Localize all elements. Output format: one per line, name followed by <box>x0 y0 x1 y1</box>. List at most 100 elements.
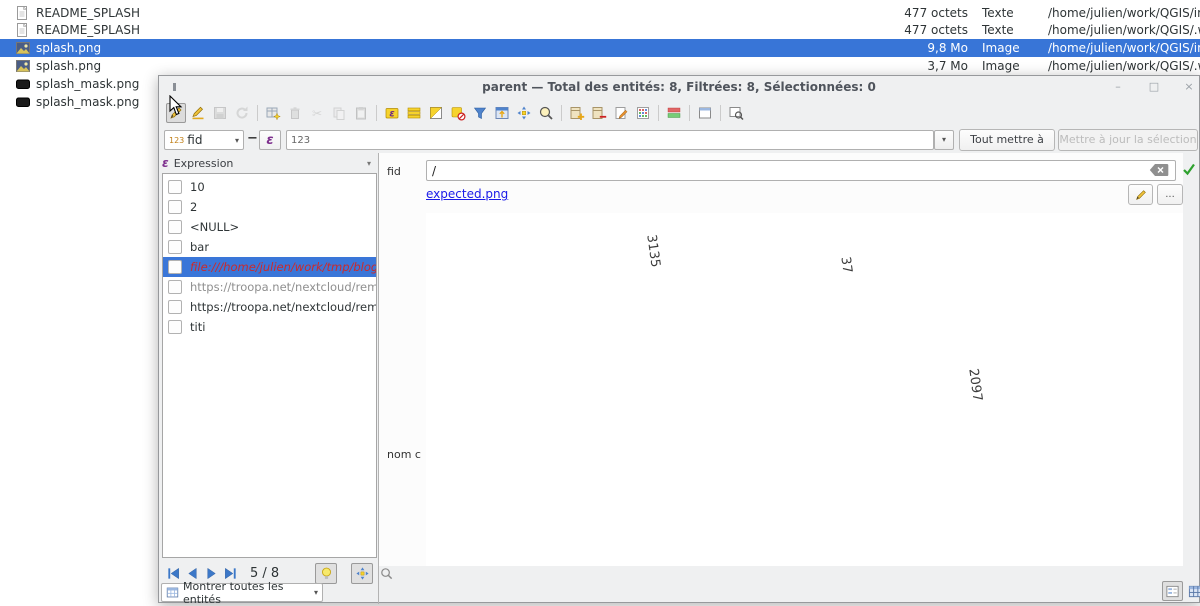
edit-attachment-button[interactable] <box>1128 184 1153 205</box>
close-button[interactable]: × <box>1178 76 1200 98</box>
preview-number-label: 3135 <box>643 234 662 269</box>
preview-number-label: 2097 <box>965 368 984 403</box>
pan-icon <box>355 566 370 581</box>
checkbox[interactable] <box>168 200 182 214</box>
move-selection-top-icon <box>494 105 510 121</box>
chevron-down-icon: ▾ <box>367 159 371 168</box>
conditional-formatting-button[interactable] <box>664 103 684 123</box>
filter-button[interactable] <box>470 103 490 123</box>
maximize-button[interactable]: □ <box>1143 76 1165 98</box>
list-item[interactable]: 10 <box>163 177 376 197</box>
highlight-feature-button[interactable] <box>315 563 337 584</box>
checkbox[interactable] <box>168 260 182 274</box>
list-item[interactable]: bar <box>163 237 376 257</box>
checkbox[interactable] <box>168 240 182 254</box>
image-icon <box>15 40 31 56</box>
select-by-expression-icon: ε <box>384 105 400 121</box>
expression-dropdown-button[interactable]: ▾ <box>934 130 954 150</box>
clear-text-icon[interactable] <box>1149 163 1169 177</box>
deselect-all-button[interactable] <box>448 103 468 123</box>
new-field-icon <box>569 105 585 121</box>
checkbox[interactable] <box>168 180 182 194</box>
attribute-table-dialog: parent — Total des entités: 8, Filtrées:… <box>158 75 1200 603</box>
list-item-label: 10 <box>190 180 205 194</box>
add-feature-button[interactable] <box>263 103 283 123</box>
feature-value-list: 10 2 <NULL>barfile:///home/julien/work/tmp… <box>162 173 377 558</box>
edit-field-icon <box>613 105 629 121</box>
zoom-to-selection-button[interactable] <box>536 103 556 123</box>
list-item[interactable]: titi <box>163 317 376 337</box>
reload-button[interactable] <box>232 103 252 123</box>
field-calculator-icon <box>635 105 651 121</box>
file-type: Texte <box>982 23 1042 37</box>
update-all-button[interactable]: Tout mettre à jour <box>959 129 1055 151</box>
new-field-button[interactable] <box>567 103 587 123</box>
dialog-titlebar[interactable]: parent — Total des entités: 8, Filtrées:… <box>159 76 1199 99</box>
select-all-button[interactable] <box>404 103 424 123</box>
pan-to-selection-icon <box>516 105 532 121</box>
cut-button[interactable]: ✂ <box>307 103 327 123</box>
list-item-label: https://troopa.net/nextcloud/remot... <box>190 300 376 314</box>
list-item[interactable]: file:///home/julien/work/tmp/blog_c... <box>163 257 376 277</box>
invert-selection-button[interactable] <box>426 103 446 123</box>
go-first-button[interactable] <box>164 564 183 583</box>
chevron-down-icon: ▾ <box>235 136 239 145</box>
select-by-expression-button[interactable]: ε <box>382 103 402 123</box>
table-view-toggle[interactable] <box>1185 581 1200 601</box>
toolbar-separator <box>689 105 690 121</box>
actions-search-icon <box>728 105 744 121</box>
list-item[interactable]: https://troopa.net/nextcloud/remot... <box>163 277 376 297</box>
constraint-check-icon <box>1182 162 1196 176</box>
image-dark-icon <box>15 76 31 92</box>
image-dark-icon <box>15 94 31 110</box>
table-view-icon <box>1188 584 1200 599</box>
field-select-combo[interactable]: 123 fid ▾ <box>164 130 244 150</box>
toolbar-separator <box>658 105 659 121</box>
pan-to-selection-button[interactable] <box>514 103 534 123</box>
entity-filter-combo[interactable]: Montrer toutes les entités ▾ <box>161 583 323 602</box>
save-edits-button[interactable] <box>210 103 230 123</box>
fid-field-label: fid <box>387 165 401 178</box>
file-path: /home/julien/work/QGIS/.work <box>1048 59 1200 73</box>
expression-builder-button[interactable]: ε <box>259 130 281 150</box>
checkbox[interactable] <box>168 300 182 314</box>
file-name: splash.png <box>36 41 101 55</box>
checkbox[interactable] <box>168 220 182 234</box>
file-row[interactable]: README_SPLASH477 octetsTexte/home/julien… <box>0 21 1200 39</box>
attachment-link[interactable]: expected.png <box>426 187 508 201</box>
file-path: /home/julien/work/QGIS/image <box>1048 41 1200 55</box>
file-row[interactable]: splash.png9,8 MoImage/home/julien/work/Q… <box>0 39 1200 57</box>
browse-file-button[interactable]: ... <box>1157 184 1183 205</box>
form-view-toggle[interactable] <box>1162 581 1183 601</box>
multiedit-button[interactable] <box>188 103 208 123</box>
edit-field-button[interactable] <box>611 103 631 123</box>
svg-text:ε: ε <box>389 109 394 120</box>
delete-selected-button[interactable] <box>285 103 305 123</box>
delete-field-icon <box>591 105 607 121</box>
expression-panel-header[interactable]: ε Expression ▾ <box>162 154 377 172</box>
file-size: 477 octets <box>820 23 968 37</box>
fid-field-input[interactable] <box>426 160 1176 181</box>
file-row[interactable]: README_SPLASH477 octetsTexte/home/julien… <box>0 4 1200 22</box>
paste-button[interactable] <box>351 103 371 123</box>
copy-button[interactable] <box>329 103 349 123</box>
list-item[interactable]: https://troopa.net/nextcloud/remot... <box>163 297 376 317</box>
list-item[interactable]: 2 <box>163 197 376 217</box>
actions-search-button[interactable] <box>726 103 746 123</box>
minimize-button[interactable]: – <box>1107 76 1129 98</box>
move-selection-top-button[interactable] <box>492 103 512 123</box>
dock-button[interactable] <box>695 103 715 123</box>
file-row[interactable]: splash.png3,7 MoImage/home/julien/work/Q… <box>0 57 1200 75</box>
field-calculator-button[interactable] <box>633 103 653 123</box>
checkbox[interactable] <box>168 320 182 334</box>
expression-input[interactable] <box>286 130 934 150</box>
file-name: README_SPLASH <box>36 6 140 20</box>
checkbox[interactable] <box>168 280 182 294</box>
list-item-label: 2 <box>190 200 197 214</box>
svg-text:✂: ✂ <box>312 107 322 121</box>
list-item[interactable]: <NULL> <box>163 217 376 237</box>
pan-to-feature-button[interactable] <box>351 563 373 584</box>
file-type: Image <box>982 59 1042 73</box>
chevron-down-icon: ▾ <box>314 588 318 597</box>
delete-field-button[interactable] <box>589 103 609 123</box>
